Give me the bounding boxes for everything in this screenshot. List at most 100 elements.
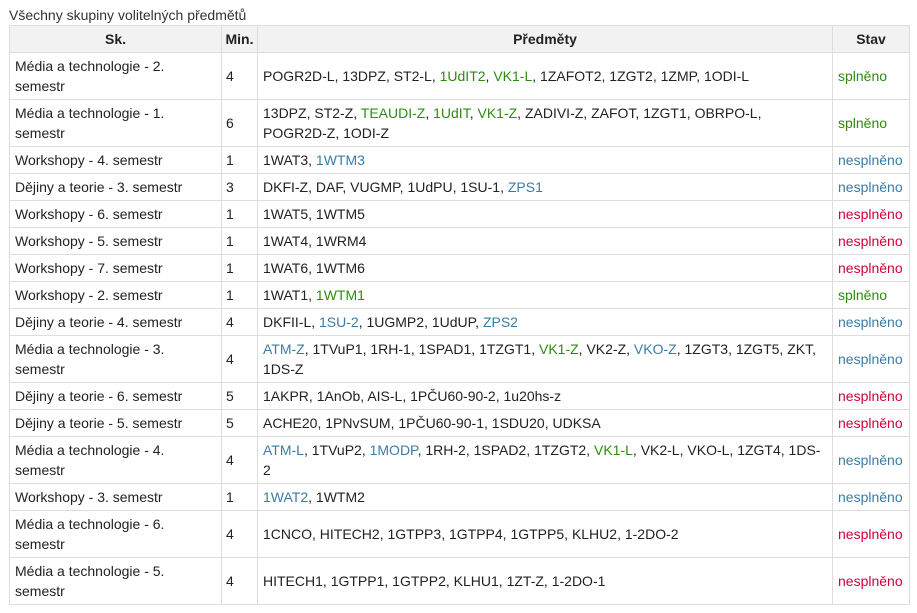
course-code: ACHE20 (263, 415, 318, 431)
course-code: 1WRM4 (315, 233, 367, 249)
course-code: 1SPAD2 (473, 442, 527, 458)
course-code: 13DPZ (263, 105, 307, 121)
table-row: Dějiny a teorie - 6. semestr 5 1AKPR, 1AnO… (9, 382, 910, 410)
courses-cell: 1CNCO, HITECH2, 1GTPP3, 1GTPP4, 1GTPP5, … (257, 510, 833, 558)
table-row: Média a technologie - 5. semestr 4 HITECH1… (9, 557, 910, 605)
group-name-cell: Workshopy - 7. semestr (9, 254, 222, 282)
course-code: HITECH1 (263, 573, 323, 589)
status-cell: splněno (832, 52, 910, 100)
course-code: VK2-L (640, 442, 680, 458)
min-count-cell: 4 (221, 510, 258, 558)
course-code[interactable]: 1WTM1 (316, 287, 365, 303)
course-code[interactable]: TEAUDI-Z (361, 105, 426, 121)
courses-cell: 1AKPR, 1AnOb, AIS-L, 1PČU60-90-2, 1u20hs… (257, 382, 833, 410)
min-count-cell: 4 (221, 557, 258, 605)
min-count-cell: 1 (221, 281, 258, 309)
course-code: 1WAT6 (263, 260, 309, 276)
course-code: 1SPAD1 (418, 341, 472, 357)
courses-cell: 1WAT1, 1WTM1 (257, 281, 833, 309)
course-code: 1RH-1 (370, 341, 411, 357)
course-code[interactable]: 1WAT2 (263, 489, 308, 505)
course-code: OBRPO-L (694, 105, 758, 121)
course-code: POGR2D-Z (263, 125, 336, 141)
course-code: AIS-L (367, 388, 403, 404)
course-code: 13DPZ (342, 68, 386, 84)
course-code: 1GTPP2 (392, 573, 446, 589)
group-name-cell: Média a technologie - 4. semestr (9, 436, 222, 484)
course-code: 1ZGT1 (643, 105, 687, 121)
header-predmety[interactable]: Předměty (257, 25, 833, 53)
courses-cell: HITECH1, 1GTPP1, 1GTPP2, KLHU1, 1ZT-Z, 1… (257, 557, 833, 605)
status-label: nesplněno (838, 415, 903, 431)
status-cell: nesplněno (832, 200, 910, 228)
course-code: ST2-Z (314, 105, 354, 121)
status-label: splněno (838, 115, 888, 131)
min-count-cell: 5 (221, 409, 258, 437)
course-code: 1GTPP3 (387, 526, 442, 542)
status-cell: nesplněno (832, 308, 910, 336)
group-name-cell: Dějiny a teorie - 5. semestr (9, 409, 222, 437)
header-sk[interactable]: Sk. (9, 25, 222, 53)
courses-cell: DKFII-L, 1SU-2, 1UGMP2, 1UdUP, ZPS2 (257, 308, 833, 336)
header-stav[interactable]: Stav (832, 25, 910, 53)
table-caption: Všechny skupiny volitelných předmětů (9, 7, 247, 23)
course-code: KLHU2 (571, 526, 618, 542)
group-name-cell: Dějiny a teorie - 4. semestr (9, 308, 222, 336)
group-name-cell: Média a technologie - 2. semestr (9, 52, 222, 100)
course-code[interactable]: 1UdIT (433, 105, 470, 121)
course-code[interactable]: VK1-Z (477, 105, 517, 121)
course-code[interactable]: 1MODP (370, 442, 418, 458)
course-code[interactable]: ATM-L (263, 442, 304, 458)
status-label: nesplněno (838, 573, 903, 589)
group-name-cell: Workshopy - 4. semestr (9, 146, 222, 174)
course-code: 1TZGT2 (534, 442, 587, 458)
course-code[interactable]: VK1-L (594, 442, 633, 458)
status-cell: nesplněno (832, 483, 910, 511)
group-name-cell: Média a technologie - 5. semestr (9, 557, 222, 605)
status-cell: nesplněno (832, 254, 910, 282)
course-code: 1u20hs-z (503, 388, 562, 404)
course-code[interactable]: VK1-Z (539, 341, 579, 357)
table-row: Média a technologie - 6. semestr 4 1CNCO, … (9, 510, 910, 558)
course-code: 1WAT1 (263, 287, 309, 303)
course-code: HITECH2 (319, 526, 380, 542)
courses-cell: DKFI-Z, DAF, VUGMP, 1UdPU, 1SU-1, ZPS1 (257, 173, 833, 201)
status-cell: nesplněno (832, 557, 910, 605)
course-code[interactable]: VK1-L (493, 68, 532, 84)
courses-cell: ATM-Z, 1TVuP1, 1RH-1, 1SPAD1, 1TZGT1, VK… (257, 335, 833, 383)
min-count-cell: 4 (221, 52, 258, 100)
status-label: nesplněno (838, 179, 903, 195)
course-code[interactable]: VKO-Z (634, 341, 677, 357)
header-row: Sk. Min. Předměty Stav (9, 25, 910, 53)
course-code[interactable]: ATM-Z (263, 341, 305, 357)
groups-table: Sk. Min. Předměty Stav Média a technolog… (9, 25, 910, 605)
status-cell: nesplněno (832, 436, 910, 484)
header-min[interactable]: Min. (221, 25, 258, 53)
group-name-cell: Média a technologie - 6. semestr (9, 510, 222, 558)
course-code: 1WAT4 (263, 233, 309, 249)
course-code[interactable]: ZPS1 (508, 179, 543, 195)
course-code[interactable]: ZPS2 (483, 314, 518, 330)
status-cell: nesplněno (832, 409, 910, 437)
status-label: nesplněno (838, 314, 903, 330)
course-code[interactable]: 1SU-2 (319, 314, 359, 330)
course-code: 1CNCO (263, 526, 313, 542)
table-row: Média a technologie - 2. semestr 4 POGR2D-… (9, 52, 910, 100)
course-code[interactable]: 1UdIT2 (440, 68, 486, 84)
status-label: nesplněno (838, 452, 903, 468)
course-code[interactable]: 1WTM3 (316, 152, 365, 168)
group-name-cell: Workshopy - 3. semestr (9, 483, 222, 511)
course-code: 1WTM5 (315, 206, 365, 222)
min-count-cell: 1 (221, 254, 258, 282)
courses-cell: POGR2D-L, 13DPZ, ST2-L, 1UdIT2, VK1-L, 1… (257, 52, 833, 100)
group-name-cell: Workshopy - 6. semestr (9, 200, 222, 228)
table-row: Média a technologie - 4. semestr 4 ATM-L, … (9, 436, 910, 484)
course-code: DKFI-Z (263, 179, 309, 195)
status-label: nesplněno (838, 489, 903, 505)
group-name-cell: Workshopy - 2. semestr (9, 281, 222, 309)
status-cell: nesplněno (832, 382, 910, 410)
course-code: 1TVuP1 (312, 341, 363, 357)
status-label: nesplněno (838, 351, 903, 367)
courses-cell: ACHE20, 1PNvSUM, 1PČU60-90-1, 1SDU20, UD… (257, 409, 833, 437)
course-code: 1WTM2 (315, 489, 365, 505)
